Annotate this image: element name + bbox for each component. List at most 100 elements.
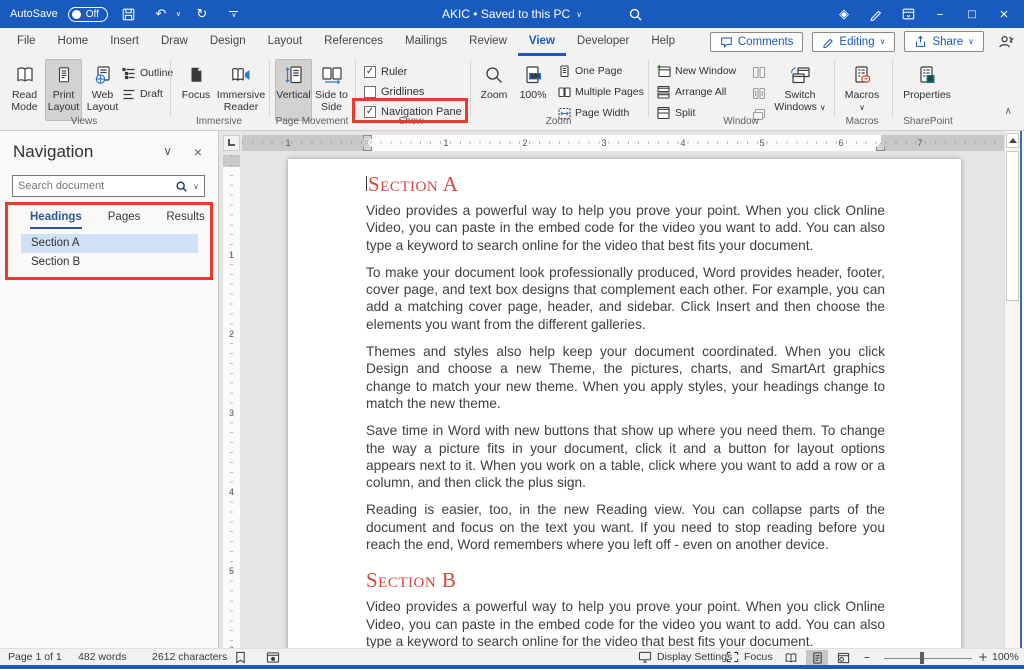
nav-pane-close-icon[interactable]: × [194,144,202,160]
macros-button[interactable]: Macros∨ [840,59,884,121]
collapse-ribbon-icon[interactable]: ∧ [1005,106,1012,117]
vertical-ruler[interactable]: 123456 [223,155,240,648]
close-button[interactable]: × [988,0,1020,28]
zoom-slider-thumb[interactable] [920,652,924,664]
display-settings-button[interactable]: Display Settings [638,651,732,663]
maximize-button[interactable]: □ [956,0,988,28]
ribbon-view-tab-content: Read Mode Print Layout Web Layout Outlin… [0,56,1024,131]
undo-dropdown-icon[interactable]: ∨ [176,10,181,18]
autosave-toggle[interactable]: Off [68,7,108,22]
section-heading[interactable]: Section B [366,568,885,593]
word-count[interactable]: 482 words [78,651,126,663]
outline-button[interactable]: Outline [122,64,173,82]
ribbon-tab[interactable]: References [313,28,394,56]
titlebar: AutoSave Off ↶ ∨ ↻ ∨ AKIC • Saved to thi… [0,0,1024,28]
search-options-chevron-icon[interactable]: ∨ [193,182,199,191]
search-submit-icon[interactable] [175,180,188,193]
vertical-button[interactable]: Vertical [275,59,312,121]
page-count[interactable]: Page 1 of 1 [8,651,62,663]
zoom-in-button[interactable]: + [978,650,988,664]
horizontal-ruler[interactable]: 11234567 [242,135,1004,151]
web-layout-view-button[interactable] [832,650,854,665]
zoom-button[interactable]: Zoom [476,59,512,121]
search-document-box[interactable]: ∨ [12,175,205,197]
ribbon-tab[interactable]: Insert [99,28,150,56]
properties-button[interactable]: S Properties [898,59,956,121]
read-mode-button[interactable]: Read Mode [6,59,43,121]
nav-tab[interactable]: Headings [30,211,82,229]
character-count[interactable]: 2612 characters [152,651,227,663]
scroll-up-button[interactable] [1006,133,1019,148]
print-layout-button[interactable]: Print Layout [45,59,82,121]
redo-icon[interactable]: ↻ [191,3,213,25]
paragraph[interactable]: Themes and styles also help keep your do… [366,343,885,412]
proofing-status-icon[interactable] [234,651,247,664]
web-layout-button[interactable]: Web Layout [84,59,121,121]
window-group-label: Window [649,116,833,127]
multiple-pages-button[interactable]: Multiple Pages [558,83,644,101]
nav-heading-item[interactable]: Section A [21,234,198,253]
share-icon [914,35,927,48]
print-layout-view-button[interactable] [806,650,828,665]
nav-pane-options-chevron-icon[interactable]: ∨ [163,144,172,158]
pen-icon[interactable] [860,0,892,28]
tab-selector[interactable] [223,135,240,151]
scrollbar-thumb[interactable] [1006,151,1019,301]
ribbon-tab[interactable]: View [518,28,566,56]
ribbon-tab[interactable]: Home [47,28,100,56]
switch-windows-button[interactable]: Switch Windows ∨ [772,59,828,121]
one-page-button[interactable]: One Page [558,62,622,80]
nav-heading-item[interactable]: Section B [21,253,198,272]
undo-icon[interactable]: ↶ [150,3,172,25]
ribbon-tab[interactable]: Mailings [394,28,458,56]
ribbon-tab[interactable]: Review [458,28,518,56]
nav-tab[interactable]: Results [166,211,204,229]
ribbon-tab[interactable]: Help [640,28,686,56]
zoom-out-button[interactable]: – [864,650,870,664]
search-icon[interactable] [624,3,646,25]
comments-button[interactable]: Comments [710,32,804,52]
new-window-button[interactable]: New Window [656,62,736,80]
document-page[interactable]: Section A Video provides a powerful way … [288,159,961,648]
ribbon-tab[interactable]: File [6,28,47,56]
focus-button[interactable]: Focus [177,59,215,121]
zoom-100-button[interactable]: 100 100% [514,59,552,121]
arrange-all-button[interactable]: Arrange All [656,83,726,101]
ribbon-display-options-icon[interactable] [892,0,924,28]
focus-mode-button[interactable]: Focus [726,651,773,663]
zoom-percentage[interactable]: 100% [992,651,1019,663]
feedback-person-icon[interactable] [997,34,1014,49]
ruler-checkbox[interactable]: ✓ Ruler [364,64,407,80]
minimize-button[interactable]: – [924,0,956,28]
ribbon-tab[interactable]: Draw [150,28,199,56]
title-dropdown-icon[interactable]: ∨ [576,10,582,19]
zoom-slider-track[interactable] [884,658,972,659]
gridlines-checkbox[interactable]: Gridlines [364,84,424,100]
read-mode-view-button[interactable] [780,650,802,665]
vertical-scrollbar[interactable] [1004,131,1020,648]
side-to-side-button[interactable]: Side to Side [313,59,350,121]
paragraph[interactable]: Save time in Word with new buttons that … [366,422,885,491]
share-button[interactable]: Share ∨ [904,31,984,52]
editing-button[interactable]: Editing ∨ [812,32,895,52]
designer-diamond-icon[interactable]: ◈ [828,0,860,28]
macro-recording-icon[interactable] [266,651,280,664]
paragraph[interactable]: Reading is easier, too, in the new Readi… [366,501,885,553]
ribbon-tab[interactable]: Layout [257,28,314,56]
nav-tab[interactable]: Pages [108,211,141,229]
ribbon-tab[interactable]: Developer [566,28,640,56]
paragraph[interactable]: Video provides a powerful way to help yo… [366,202,885,254]
paragraph[interactable]: Video provides a powerful way to help yo… [366,598,885,648]
draft-button[interactable]: Draft [122,85,163,103]
section-heading[interactable]: Section A [366,172,885,197]
zoom-group-label: Zoom [471,116,646,127]
vertical-icon [284,63,304,87]
customize-qat-icon[interactable]: ∨ [223,3,245,25]
immersive-reader-button[interactable]: Immersive Reader [216,59,266,121]
save-icon[interactable] [118,3,140,25]
ribbon-tab[interactable]: Design [199,28,257,56]
view-side-by-side-icon[interactable] [752,63,766,81]
synchronous-scrolling-icon[interactable] [752,84,766,102]
search-document-input[interactable] [18,180,175,192]
paragraph[interactable]: To make your document look professionall… [366,264,885,333]
